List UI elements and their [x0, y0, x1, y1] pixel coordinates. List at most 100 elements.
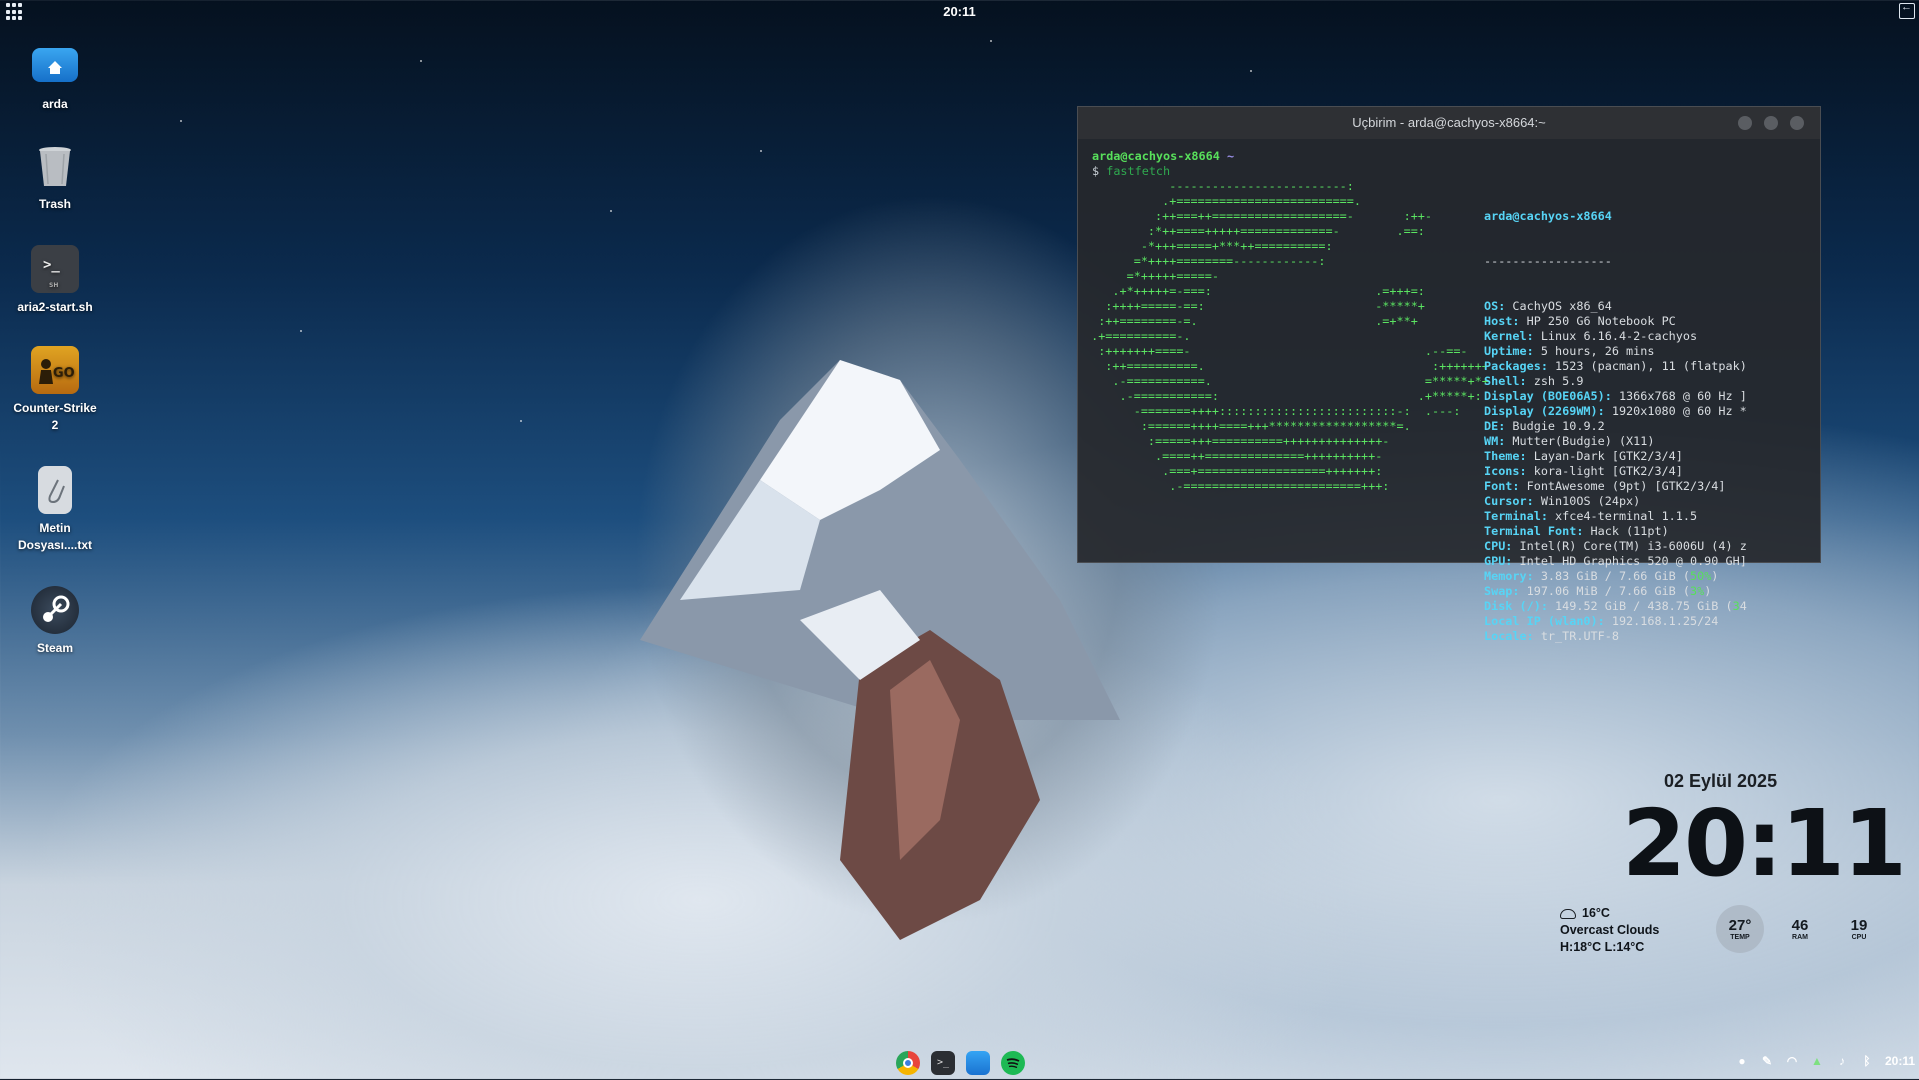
info-tail: 4	[1739, 599, 1747, 613]
info-key: Theme:	[1484, 449, 1534, 463]
cpu-gauge: 19 CPU	[1835, 905, 1883, 953]
info-row: Packages: 1523 (pacman), 11 (flatpak)	[1484, 359, 1747, 374]
ascii-logo: -------------------------: .+===========…	[1091, 179, 1489, 493]
system-tray: ● ✎ ◠ ▲ ♪ ᛒ 20:11	[1735, 1054, 1915, 1068]
info-key: Terminal:	[1484, 509, 1556, 523]
prompt-symbol: $	[1092, 164, 1100, 178]
text-file-icon	[38, 466, 72, 514]
cloud-icon	[1560, 908, 1576, 919]
feather-icon[interactable]: ✎	[1760, 1054, 1774, 1068]
minimize-button[interactable]	[1738, 116, 1752, 130]
info-key: Terminal Font:	[1484, 524, 1591, 538]
wallpaper-star	[760, 150, 762, 152]
csgo-icon: GO	[31, 346, 79, 394]
desktop-icon-cs2[interactable]: GO Counter-Strike 2	[10, 346, 100, 434]
info-key: Icons:	[1484, 464, 1534, 478]
info-value: kora-light [GTK2/3/4]	[1533, 464, 1683, 478]
desktop-icon-label: Steam	[36, 641, 74, 655]
info-percent: 50%	[1689, 569, 1712, 583]
info-value: Linux 6.16.4-2-cachyos	[1540, 329, 1698, 343]
mountain-wallpaper	[640, 360, 1120, 940]
info-key: GPU:	[1484, 554, 1520, 568]
desktop-icon-label: aria2-start.sh	[17, 300, 93, 314]
gauge-value: 46	[1791, 917, 1809, 934]
info-value: 197.06 MiB / 7.66 GiB (	[1526, 584, 1690, 598]
widget-clock: 20:11	[1622, 790, 1907, 897]
wallpaper-star	[420, 60, 422, 62]
info-value: 3.83 GiB / 7.66 GiB (	[1540, 569, 1690, 583]
info-row: DE: Budgie 10.9.2	[1484, 419, 1747, 434]
info-row: Terminal Font: Hack (11pt)	[1484, 524, 1747, 539]
ram-gauge: 46 RAM	[1776, 905, 1824, 953]
wifi-icon[interactable]: ◠	[1785, 1054, 1799, 1068]
weather-widget: 16°C Overcast Clouds H:18°C L:14°C	[1560, 905, 1659, 956]
info-key: WM:	[1484, 434, 1513, 448]
prompt-user: arda@cachyos-x8664	[1092, 149, 1220, 163]
terminal-output[interactable]: arda@cachyos-x8664 ~ $ fastfetch -------…	[1078, 139, 1820, 643]
steam-icon	[31, 586, 79, 634]
tray-clock[interactable]: 20:11	[1885, 1054, 1915, 1068]
files-icon[interactable]	[966, 1051, 990, 1075]
top-clock[interactable]: 20:11	[0, 4, 1919, 19]
spotify-icon[interactable]	[1001, 1051, 1025, 1075]
notification-bell-icon[interactable]: ▲	[1810, 1054, 1824, 1068]
info-row: Font: FontAwesome (9pt) [GTK2/3/4]	[1484, 479, 1747, 494]
info-row: OS: CachyOS x86_64	[1484, 299, 1747, 314]
info-percent: 3%	[1689, 584, 1705, 598]
logout-icon[interactable]	[1899, 1, 1915, 19]
info-value: CachyOS x86_64	[1512, 299, 1612, 313]
temp-gauge: 27° TEMP	[1716, 905, 1764, 953]
info-value: 1523 (pacman), 11 (flatpak)	[1555, 359, 1747, 373]
desktop-icon-trash[interactable]: Trash	[10, 142, 100, 213]
trash-icon	[31, 142, 79, 190]
info-separator: ------------------	[1484, 254, 1612, 268]
info-row: Cursor: Win10OS (24px)	[1484, 494, 1747, 509]
info-row: WM: Mutter(Budgie) (X11)	[1484, 434, 1747, 449]
info-row: Host: HP 250 G6 Notebook PC	[1484, 314, 1747, 329]
info-row: Disk (/): 149.52 GiB / 438.75 GiB (34	[1484, 599, 1747, 614]
volume-icon[interactable]: ♪	[1835, 1054, 1849, 1068]
info-key: Locale:	[1484, 629, 1541, 643]
chrome-icon[interactable]	[896, 1051, 920, 1075]
info-value: HP 250 G6 Notebook PC	[1526, 314, 1676, 328]
desktop-icon-label: Trash	[38, 197, 71, 211]
terminal-window[interactable]: Uçbirim - arda@cachyos-x8664:~ arda@cach…	[1077, 106, 1821, 643]
weather-desc: Overcast Clouds	[1560, 923, 1660, 937]
info-value: Layan-Dark [GTK2/3/4]	[1533, 449, 1683, 463]
info-key: Disk (/):	[1484, 599, 1556, 613]
desktop-icon-textfile[interactable]: Metin Dosyası....txt	[10, 466, 100, 554]
wallpaper-star	[300, 330, 302, 332]
bluetooth-icon[interactable]: ᛒ	[1860, 1054, 1874, 1068]
gauge-label: RAM	[1792, 934, 1808, 941]
info-row: Uptime: 5 hours, 26 mins	[1484, 344, 1747, 359]
desktop-icon-home[interactable]: arda	[10, 42, 100, 113]
info-value: Budgie 10.9.2	[1512, 419, 1605, 433]
info-value: zsh 5.9	[1533, 374, 1584, 388]
weather-temp: 16°C	[1582, 906, 1610, 920]
svg-text:>_: >_	[43, 257, 60, 273]
prompt-line: arda@cachyos-x8664 ~	[1092, 149, 1234, 164]
info-row: Swap: 197.06 MiB / 7.66 GiB (3%)	[1484, 584, 1747, 599]
widget-date: 02 Eylül 2025	[1664, 771, 1778, 791]
terminal-icon[interactable]: >_	[931, 1051, 955, 1075]
desktop-icon-steam[interactable]: Steam	[10, 586, 100, 657]
terminal-titlebar[interactable]: Uçbirim - arda@cachyos-x8664:~	[1078, 107, 1820, 139]
close-button[interactable]	[1790, 116, 1804, 130]
info-row: Local IP (wlan0): 192.168.1.25/24	[1484, 614, 1747, 629]
window-title: Uçbirim - arda@cachyos-x8664:~	[1352, 115, 1546, 130]
maximize-button[interactable]	[1764, 116, 1778, 130]
info-key: Host:	[1484, 314, 1527, 328]
desktop-icon-label: Metin Dosyası....txt	[17, 521, 93, 552]
info-key: DE:	[1484, 419, 1513, 433]
command-text: fastfetch	[1106, 164, 1171, 178]
info-key: Display (BOE06A5):	[1484, 389, 1619, 403]
wallpaper-star	[610, 210, 612, 212]
info-value: 1366x768 @ 60 Hz ]	[1618, 389, 1747, 403]
info-key: Packages:	[1484, 359, 1556, 373]
wallpaper-star	[990, 40, 992, 42]
desktop-icon-aria2[interactable]: >_ SH aria2-start.sh	[10, 245, 100, 316]
wallpaper-star	[1250, 70, 1252, 72]
wallpaper-star	[180, 120, 182, 122]
info-key: Memory:	[1484, 569, 1541, 583]
spotify-tray-icon[interactable]: ●	[1735, 1054, 1749, 1068]
